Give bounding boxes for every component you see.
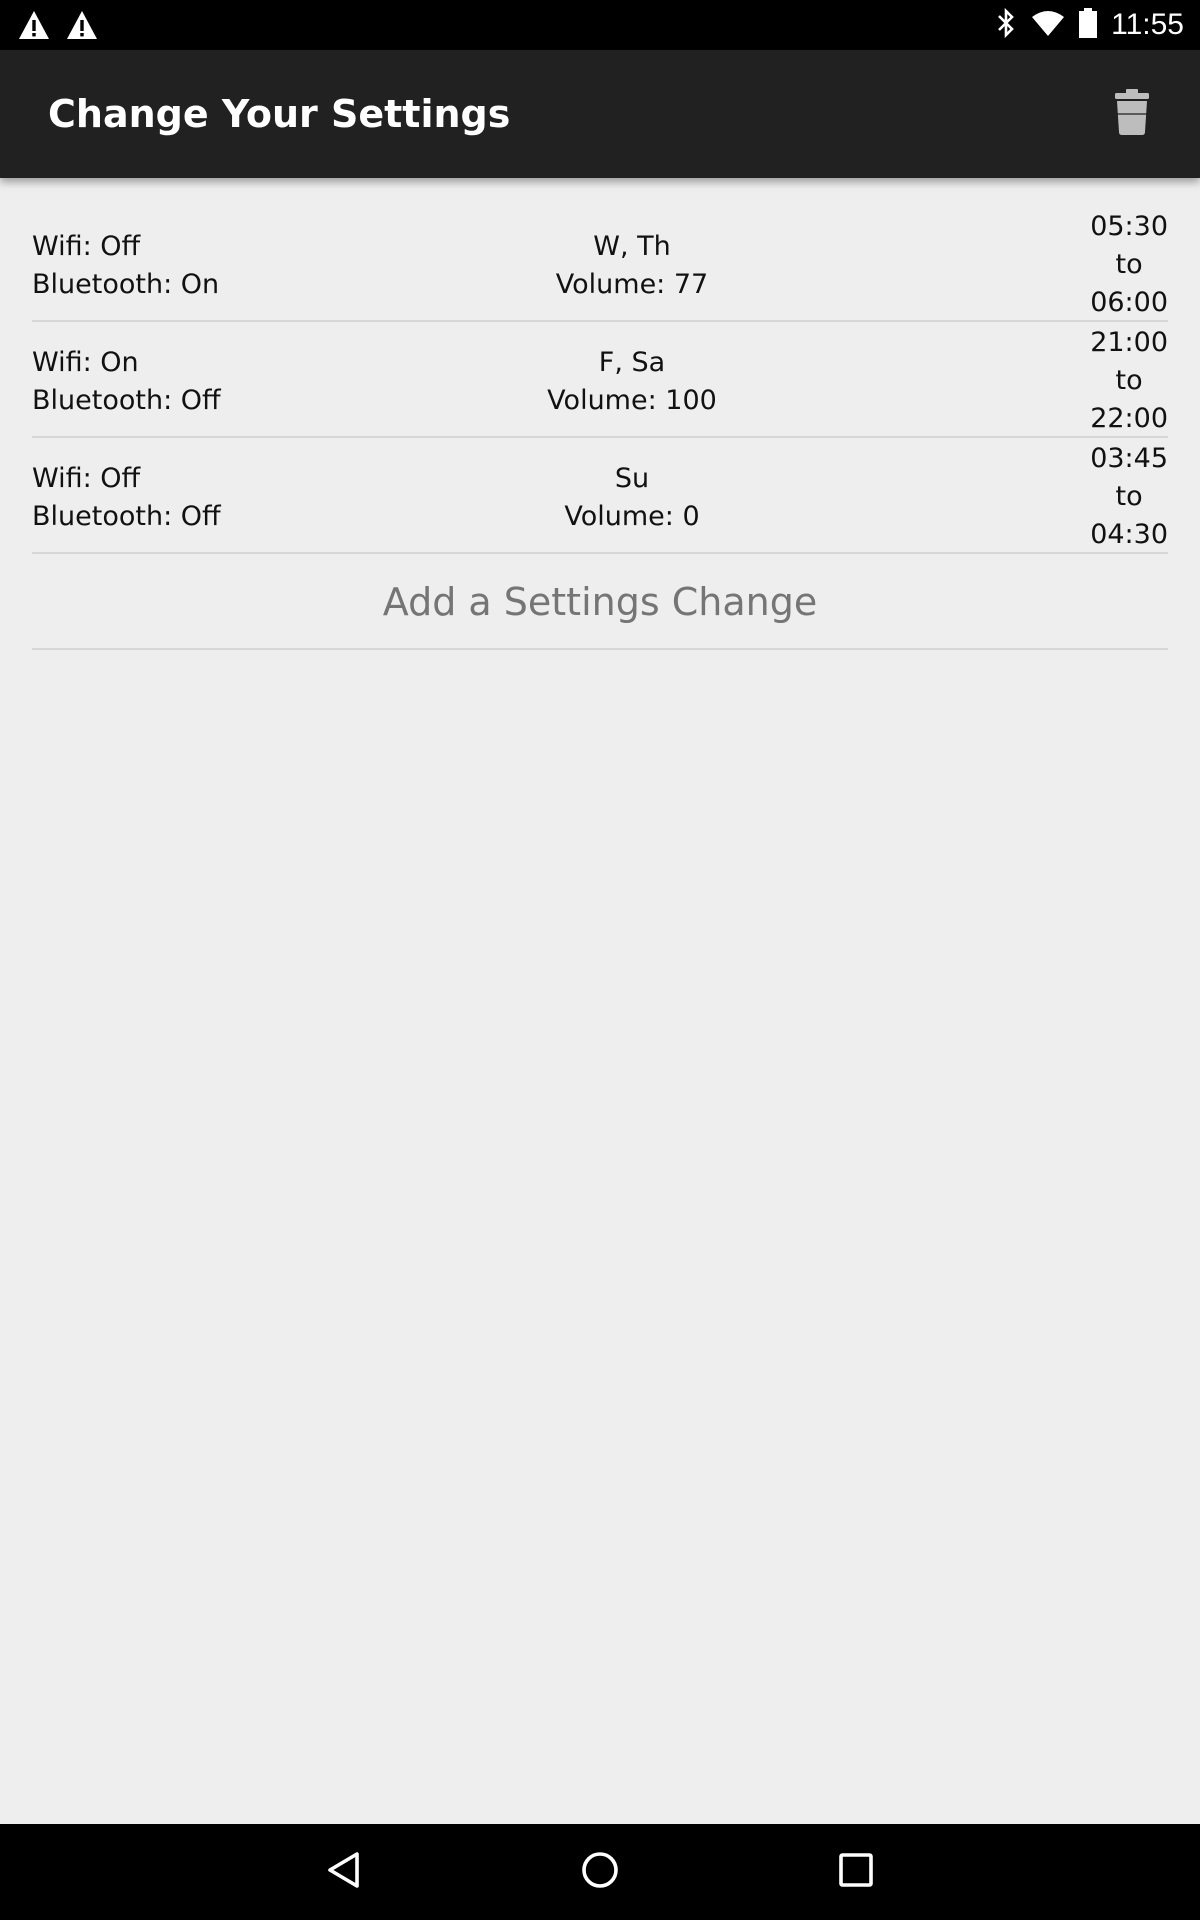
back-button[interactable] [314, 1842, 374, 1902]
schedule-list: Wifi: Off Bluetooth: On W, Th Volume: 77… [32, 206, 1168, 650]
bluetooth-state: Bluetooth: On [32, 269, 220, 300]
home-icon [580, 1850, 620, 1895]
trash-icon [1112, 88, 1152, 141]
status-time: 11:55 [1111, 8, 1184, 41]
day-volume: W, Th Volume: 77 [412, 228, 852, 304]
days-label: W, Th [593, 231, 671, 262]
start-time: 03:45 [1090, 443, 1168, 474]
status-notifications [18, 10, 98, 45]
start-time: 05:30 [1090, 211, 1168, 242]
wifi-state: Wifi: On [32, 347, 139, 378]
bluetooth-state: Bluetooth: Off [32, 501, 221, 532]
day-volume: Su Volume: 0 [412, 460, 852, 536]
time-separator: to [1115, 365, 1143, 396]
status-system-icons: 11:55 [995, 0, 1184, 50]
wifi-state: Wifi: Off [32, 231, 141, 262]
warning-icon [66, 10, 98, 45]
time-separator: to [1115, 249, 1143, 280]
days-label: Su [614, 463, 650, 494]
wifi-state: Wifi: Off [32, 463, 141, 494]
end-time: 06:00 [1090, 287, 1168, 318]
radio-states: Wifi: Off Bluetooth: On [32, 228, 219, 304]
time-separator: to [1115, 481, 1143, 512]
time-range: 05:30 to 06:00 [1090, 208, 1168, 322]
list-item[interactable]: Wifi: Off Bluetooth: Off Su Volume: 0 03… [32, 438, 1168, 554]
warning-icon [18, 10, 50, 45]
day-volume: F, Sa Volume: 100 [412, 344, 852, 420]
time-range: 21:00 to 22:00 [1090, 324, 1168, 438]
radio-states: Wifi: Off Bluetooth: Off [32, 460, 221, 536]
app-bar: Change Your Settings [0, 50, 1200, 178]
radio-states: Wifi: On Bluetooth: Off [32, 344, 221, 420]
status-bar: 11:55 [0, 0, 1200, 50]
volume-label: Volume: 77 [555, 269, 709, 300]
nav-bar [0, 1824, 1200, 1920]
battery-icon [1079, 7, 1098, 43]
days-label: F, Sa [598, 347, 666, 378]
recents-icon [836, 1850, 876, 1895]
time-range: 03:45 to 04:30 [1090, 440, 1168, 554]
bluetooth-icon [995, 7, 1017, 43]
back-icon [324, 1850, 364, 1895]
add-settings-change-button[interactable]: Add a Settings Change [32, 554, 1168, 650]
delete-button[interactable] [1104, 86, 1160, 142]
recents-button[interactable] [826, 1842, 886, 1902]
list-item[interactable]: Wifi: On Bluetooth: Off F, Sa Volume: 10… [32, 322, 1168, 438]
volume-label: Volume: 100 [547, 385, 717, 416]
bluetooth-state: Bluetooth: Off [32, 385, 221, 416]
end-time: 22:00 [1090, 403, 1168, 434]
list-item[interactable]: Wifi: Off Bluetooth: On W, Th Volume: 77… [32, 206, 1168, 322]
start-time: 21:00 [1090, 327, 1168, 358]
end-time: 04:30 [1090, 519, 1168, 550]
home-button[interactable] [570, 1842, 630, 1902]
volume-label: Volume: 0 [564, 501, 700, 532]
wifi-icon [1031, 9, 1065, 42]
page-title: Change Your Settings [48, 92, 511, 136]
